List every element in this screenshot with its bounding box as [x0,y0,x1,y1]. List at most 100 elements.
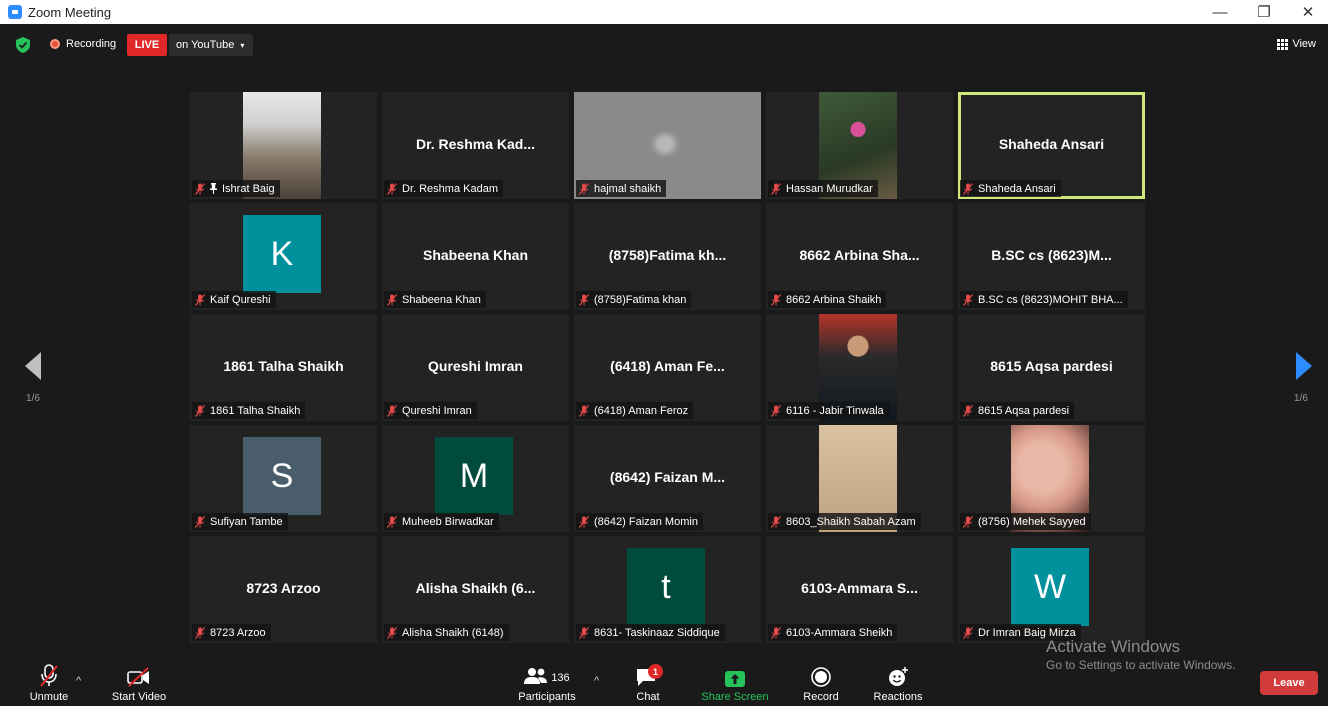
shield-icon[interactable] [16,37,30,53]
participant-tile[interactable]: M Muheeb Birwadkar [382,425,569,532]
participant-tile[interactable]: (8756) Mehek Sayyed [958,425,1145,532]
microphone-muted-icon [579,293,589,306]
participant-name-label: 8723 Arzoo [192,624,271,641]
participant-name-label: Kaif Qureshi [192,291,276,308]
microphone-muted-icon [963,515,973,528]
participants-button[interactable]: 136 Participants [512,657,582,706]
participant-name: 8662 Arbina Shaikh [786,293,882,306]
window-title-bar: Zoom Meeting — ❐ ✕ [0,0,1328,24]
blurred-video [654,134,676,154]
microphone-muted-icon [963,626,973,639]
avatar: W [1011,548,1089,626]
close-button[interactable]: ✕ [1288,0,1328,24]
recording-indicator[interactable]: Recording [50,38,116,50]
participant-tile[interactable]: Dr. Reshma Kad... Dr. Reshma Kadam [382,92,569,199]
unmute-button[interactable]: Unmute [26,657,72,706]
participant-name: 8631- Taskinaaz Siddique [594,626,720,639]
participant-name-display: Dr. Reshma Kad... [415,136,536,152]
microphone-muted-icon [771,515,781,528]
participant-name-label: B.SC cs (8623)MOHIT BHA... [960,291,1128,308]
maximize-button[interactable]: ❐ [1244,0,1284,24]
participant-tile[interactable]: (6418) Aman Fe... (6418) Aman Feroz [574,314,761,421]
participant-name-label: 8615 Aqsa pardesi [960,402,1075,419]
participant-tile[interactable]: Alisha Shaikh (6... Alisha Shaikh (6148) [382,536,569,643]
avatar: M [435,437,513,515]
next-page-arrow-icon[interactable] [1296,352,1312,380]
minimize-button[interactable]: — [1200,0,1240,24]
participant-tile[interactable]: 8615 Aqsa pardesi 8615 Aqsa pardesi [958,314,1145,421]
participant-name: B.SC cs (8623)MOHIT BHA... [978,293,1123,306]
participant-tile[interactable]: Shaheda Ansari Shaheda Ansari [958,92,1145,199]
participant-tile[interactable]: 6116 - Jabir Tinwala [766,314,953,421]
participant-tile[interactable]: K Kaif Qureshi [190,203,377,310]
participant-tile[interactable]: Shabeena Khan Shabeena Khan [382,203,569,310]
chat-unread-badge: 1 [648,664,663,679]
participant-name: Sufiyan Tambe [210,515,283,528]
participant-tile[interactable]: 8723 Arzoo 8723 Arzoo [190,536,377,643]
record-button[interactable]: Record [800,657,842,706]
participant-tile[interactable]: 8662 Arbina Sha... 8662 Arbina Shaikh [766,203,953,310]
participant-tile[interactable]: (8642) Faizan M... (8642) Faizan Momin [574,425,761,532]
unmute-label: Unmute [29,691,69,703]
participant-name-display: Alisha Shaikh (6... [415,580,536,596]
participant-name-label: 6116 - Jabir Tinwala [768,402,889,419]
participant-name-label: Ishrat Baig [192,180,280,197]
participant-name-display: Shabeena Khan [422,247,529,263]
participant-tile[interactable]: 1861 Talha Shaikh 1861 Talha Shaikh [190,314,377,421]
audio-options-caret[interactable]: ^ [76,675,81,687]
participant-name-label: Shaheda Ansari [960,180,1061,197]
previous-page-arrow-icon[interactable] [25,352,41,380]
participant-name-display: (8758)Fatima kh... [608,247,727,263]
leave-button[interactable]: Leave [1260,671,1318,695]
microphone-muted-icon [195,182,205,195]
microphone-muted-icon [579,182,589,195]
participant-name-display: (8642) Faizan M... [609,469,726,485]
microphone-muted-icon [387,404,397,417]
stream-label: on YouTube [176,39,235,51]
avatar: t [627,548,705,626]
view-button[interactable]: View [1277,38,1316,50]
chat-icon-wrap: 1 [635,664,663,688]
participant-tile[interactable]: t 8631- Taskinaaz Siddique [574,536,761,643]
participant-name-display: (6418) Aman Fe... [610,358,725,374]
chat-button[interactable]: 1 Chat [632,657,664,706]
participant-name-display: B.SC cs (8623)M... [991,247,1112,263]
chat-label: Chat [636,691,660,703]
participant-name-display: 8723 Arzoo [246,580,321,596]
participant-tile[interactable]: Hassan Murudkar [766,92,953,199]
participant-name-label: (8642) Faizan Momin [576,513,703,530]
participant-name: 8723 Arzoo [210,626,266,639]
live-stream-dropdown[interactable]: on YouTube ▾ [169,34,254,56]
participant-tile[interactable]: 8603_Shaikh Sabah Azam [766,425,953,532]
microphone-muted-icon [771,404,781,417]
participant-tile[interactable]: B.SC cs (8623)M... B.SC cs (8623)MOHIT BH… [958,203,1145,310]
share-screen-button[interactable]: Share Screen [698,657,772,706]
participant-tile[interactable]: hajmal shaikh [574,92,761,199]
microphone-muted-icon [579,626,589,639]
participant-name-label: hajmal shaikh [576,180,667,197]
participants-count-row: 136 [524,667,570,688]
live-badge: LIVE [127,34,167,56]
pin-icon [210,183,217,194]
participant-tile[interactable]: Qureshi Imran Qureshi Imran [382,314,569,421]
microphone-muted-icon [579,515,589,528]
microphone-muted-icon [771,182,781,195]
participant-tile[interactable]: 6103-Ammara S... 6103-Ammara Sheikh [766,536,953,643]
participant-tile[interactable]: (8758)Fatima kh... (8758)Fatima khan [574,203,761,310]
participant-name: 8615 Aqsa pardesi [978,404,1070,417]
participant-tile[interactable]: S Sufiyan Tambe [190,425,377,532]
participants-count: 136 [551,671,570,684]
reactions-button[interactable]: Reactions [870,657,926,706]
participants-options-caret[interactable]: ^ [594,675,599,687]
participant-tile[interactable]: Ishrat Baig [190,92,377,199]
participant-tile[interactable]: W Dr Imran Baig Mirza [958,536,1145,643]
start-video-button[interactable]: Start Video [107,657,171,706]
record-label: Record [803,691,839,703]
microphone-muted-icon [387,182,397,195]
participant-name-label: Shabeena Khan [384,291,486,308]
reactions-label: Reactions [873,691,923,703]
share-screen-label: Share Screen [701,691,769,703]
participant-name: (8758)Fatima khan [594,293,687,306]
microphone-muted-icon [195,515,205,528]
participant-name-label: Alisha Shaikh (6148) [384,624,509,641]
